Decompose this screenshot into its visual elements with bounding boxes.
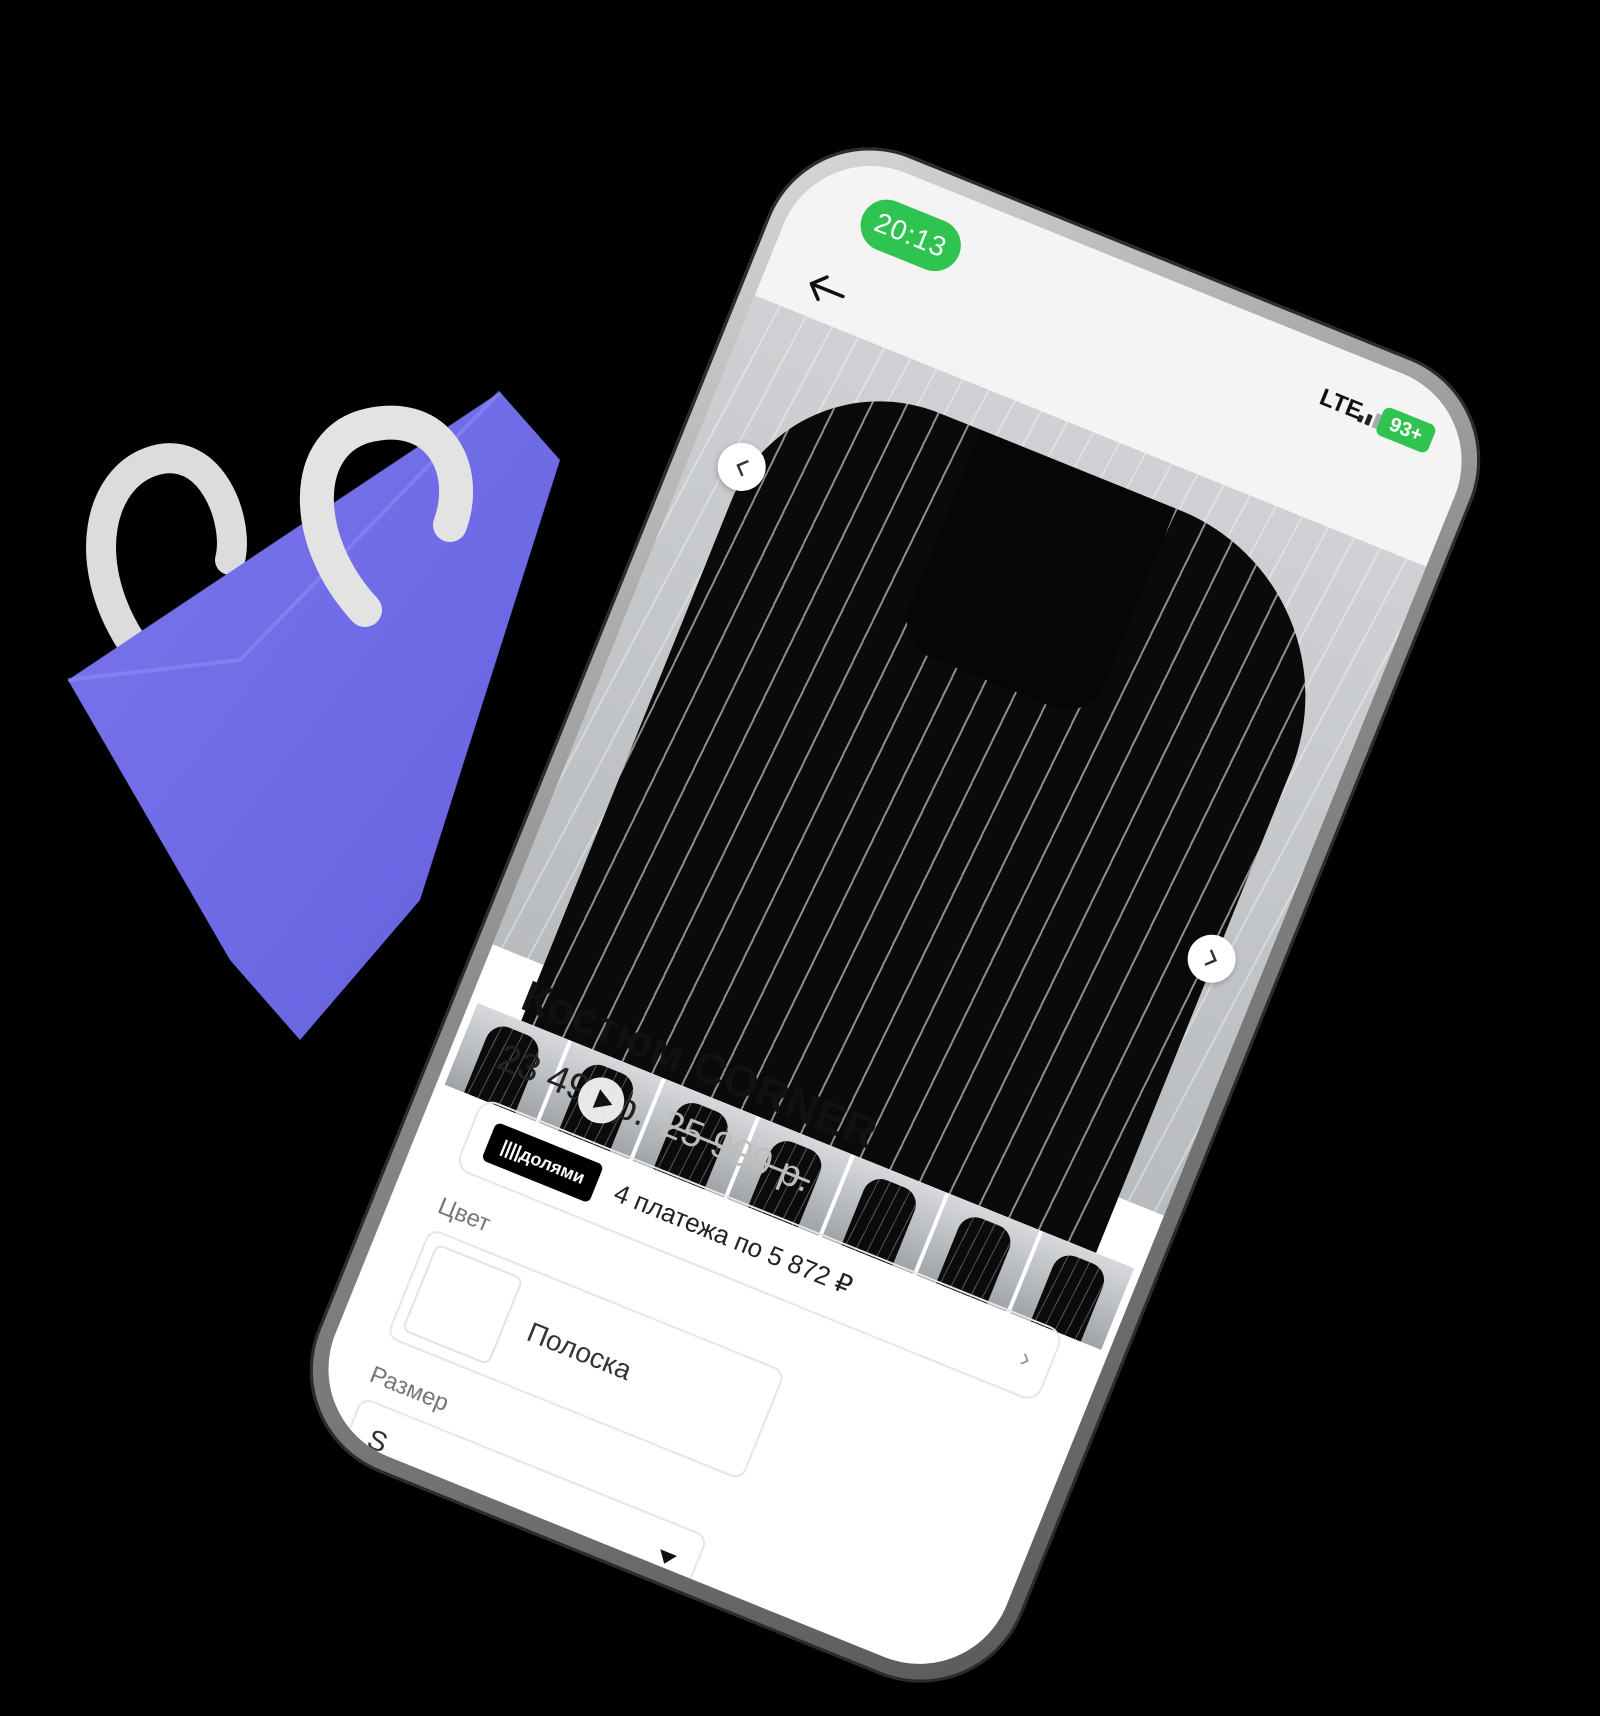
chevron-right-icon (1204, 949, 1217, 966)
battery-indicator: 93+ (1374, 405, 1438, 455)
time-indicator: 20:13 (852, 191, 969, 279)
chevron-right-icon: › (1016, 1341, 1037, 1374)
arrow-left-icon (809, 275, 845, 302)
split-badge: ||||долями (481, 1121, 605, 1204)
chevron-left-icon (736, 459, 749, 477)
caret-down-icon (655, 1549, 677, 1568)
color-swatch (401, 1243, 524, 1366)
phone-mockup: 20:13 LTE 93+ Костюм CORNER 23 490 р. 25… (276, 114, 1514, 1716)
phone-screen: 20:13 LTE 93+ Костюм CORNER 23 490 р. 25… (300, 137, 1490, 1693)
color-value: Полоска (522, 1316, 637, 1387)
play-icon (592, 1089, 616, 1115)
